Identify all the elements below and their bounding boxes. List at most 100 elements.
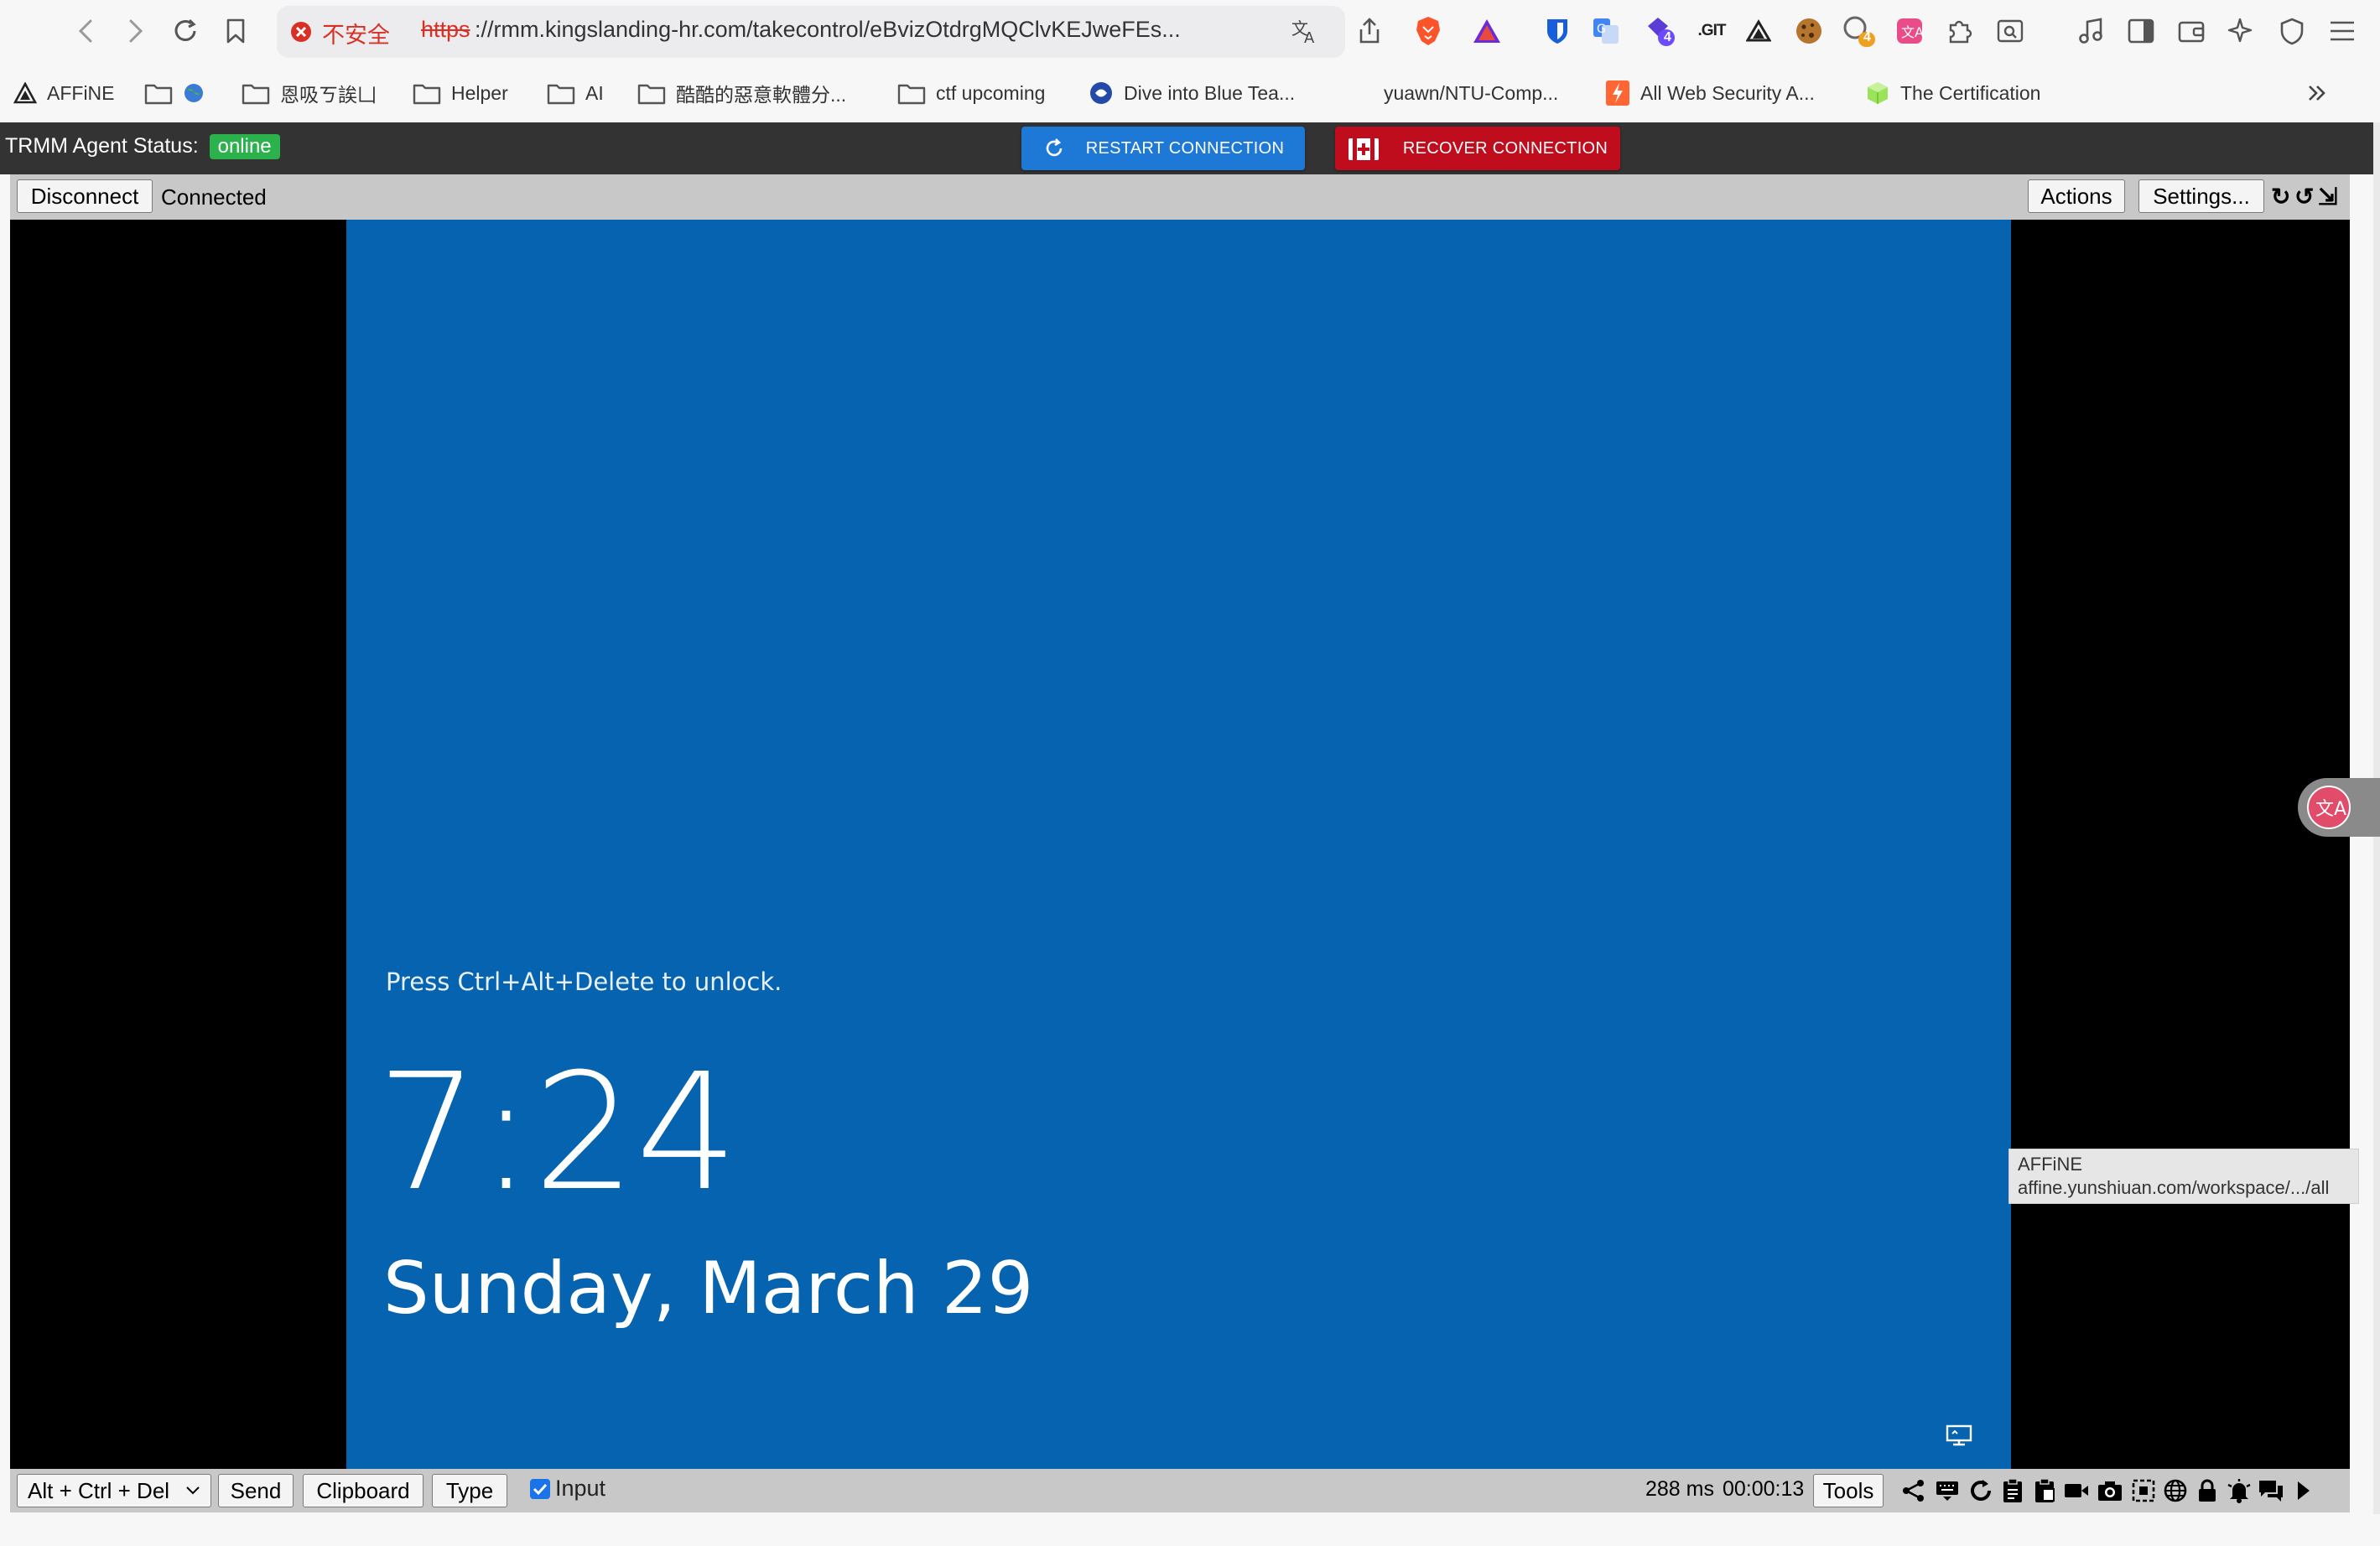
bookmark-label: 恩吸ㄎ誒凵	[280, 84, 377, 106]
share-nodes-button[interactable]	[1900, 1477, 1927, 1504]
triangle-logo-icon	[1746, 19, 1771, 42]
address-bar[interactable]: 不安全 https ://rmm.kingslanding-hr.com/tak…	[277, 6, 1345, 58]
bookmark-ntu-comp[interactable]: yuawn/NTU-Comp...	[1352, 75, 1558, 111]
bookmarks-overflow-button[interactable]	[2305, 75, 2340, 111]
media-button[interactable]	[2071, 12, 2110, 50]
translate-float-button[interactable]: 文A	[2298, 778, 2380, 837]
rotate-right-button[interactable]: ↻	[2271, 183, 2290, 210]
bookmark-button[interactable]	[216, 12, 255, 50]
remote-web-button[interactable]	[2162, 1477, 2189, 1504]
affine-icon	[13, 82, 37, 104]
lock-icon	[2199, 1479, 2216, 1502]
record-video-button[interactable]	[2063, 1477, 2090, 1504]
restart-connection-button[interactable]: RESTART CONNECTION	[1021, 127, 1305, 170]
folder-icon	[897, 84, 926, 105]
tooltip-url: affine.yunshiuan.com/workspace/.../all	[2018, 1177, 2330, 1198]
sparkle-icon	[2227, 18, 2253, 43]
bookmark-folder-ctf[interactable]: ctf upcoming	[897, 75, 1045, 111]
settings-button[interactable]: Settings...	[2138, 179, 2264, 213]
wappalyzer-button[interactable]	[1739, 12, 1778, 50]
share-button[interactable]	[1350, 12, 1389, 50]
input-toggle[interactable]: Input	[530, 1476, 605, 1502]
menu-button[interactable]	[2323, 12, 2362, 50]
alerts-button[interactable]	[2226, 1477, 2253, 1504]
forward-button[interactable]	[116, 12, 154, 50]
refresh-icon	[1046, 138, 1063, 157]
bookmark-certification[interactable]: The Certification	[1865, 75, 2040, 111]
connection-state: Connected	[161, 184, 267, 210]
translate-button[interactable]: 文A	[1290, 16, 1320, 50]
google-translate-ext-button[interactable]: G	[1587, 12, 1625, 50]
immersive-translate-button[interactable]: 文A	[1890, 12, 1929, 50]
bookmark-blue-team[interactable]: Dive into Blue Tea...	[1089, 75, 1295, 111]
leo-ai-button[interactable]	[2222, 12, 2261, 50]
bookmark-folder-malware[interactable]: 酷酷的惡意軟體分...	[637, 75, 846, 111]
extensions-button[interactable]	[1941, 12, 1979, 50]
vpn-button[interactable]	[2273, 12, 2311, 50]
keyboard-icon	[1936, 1481, 1958, 1501]
actions-button[interactable]: Actions	[2028, 179, 2125, 213]
bookmark-affine[interactable]: AFFiNE	[13, 75, 115, 111]
brave-rewards-button[interactable]	[1468, 12, 1506, 50]
bookmark-folder-globe[interactable]	[144, 75, 215, 111]
url-text[interactable]: ://rmm.kingslanding-hr.com/takecontrol/e…	[475, 17, 1181, 43]
cookie-editor-button[interactable]	[1790, 12, 1828, 50]
clipboard-button[interactable]: Clipboard	[303, 1474, 424, 1507]
rotate-left-button[interactable]: ↺	[2294, 183, 2314, 210]
tools-button[interactable]: Tools	[1813, 1474, 1884, 1507]
globe-icon	[2164, 1479, 2187, 1502]
toolbar-expand-button[interactable]	[2289, 1477, 2316, 1504]
reader-mode-button[interactable]	[1991, 12, 2029, 50]
folder-icon	[413, 84, 441, 105]
ghost-ext-button[interactable]: 4	[1840, 12, 1879, 50]
recover-connection-button[interactable]: RECOVER CONNECTION	[1335, 127, 1620, 170]
ease-of-access-icon[interactable]	[1945, 1424, 1973, 1447]
unlock-hint: Press Ctrl+Alt+Delete to unlock.	[386, 968, 782, 996]
double-chevron-right-icon	[2309, 86, 2325, 101]
region-select-button[interactable]	[2130, 1477, 2157, 1504]
bookmark-folder-ai[interactable]: AI	[547, 75, 604, 111]
reload-icon	[174, 18, 196, 41]
disconnect-button[interactable]: Disconnect	[17, 179, 153, 213]
bookmark-label: AI	[585, 81, 604, 104]
sidebar-icon	[2128, 18, 2154, 44]
sidebar-toggle-button[interactable]	[2122, 12, 2160, 50]
bookmarks-bar: AFFiNE 恩吸ㄎ誒凵 Helper AI 酷酷的惡意軟體分... ctf u…	[0, 64, 2380, 122]
refresh-screen-button[interactable]	[1967, 1477, 1994, 1504]
send-button[interactable]: Send	[218, 1474, 294, 1507]
svg-text:A: A	[1304, 29, 1315, 46]
bookmark-label: The Certification	[1900, 81, 2041, 104]
bookmark-web-security[interactable]: All Web Security A...	[1605, 75, 1815, 111]
chat-button[interactable]	[2258, 1477, 2284, 1504]
proton-ext-button[interactable]: 4	[1642, 12, 1681, 50]
chevron-right-icon	[129, 19, 143, 43]
file-transfer-button[interactable]	[1999, 1477, 2026, 1504]
windows-lock-screen[interactable]: Press Ctrl+Alt+Delete to unlock. 7:24 Su…	[346, 220, 2011, 1469]
reload-button[interactable]	[166, 12, 205, 50]
cube-icon	[1868, 82, 1888, 104]
hamburger-icon	[2331, 21, 2354, 41]
caret-right-icon	[2298, 1481, 2310, 1500]
lock-remote-button[interactable]	[2194, 1477, 2221, 1504]
screenshot-button[interactable]	[2097, 1477, 2123, 1504]
input-checkbox[interactable]	[530, 1478, 550, 1499]
lock-time: 7:24	[377, 1040, 739, 1227]
bookmark-label: yuawn/NTU-Comp...	[1384, 81, 1559, 104]
type-button[interactable]: Type	[432, 1474, 507, 1507]
keyboard-button[interactable]	[1934, 1477, 1961, 1504]
puzzle-icon	[1949, 20, 1972, 44]
wallet-button[interactable]	[2172, 12, 2211, 50]
clipboard-paste-button[interactable]	[2031, 1477, 2058, 1504]
bookmark-folder-1[interactable]: 恩吸ㄎ誒凵	[242, 75, 377, 111]
chevron-down-icon	[186, 1486, 200, 1495]
fit-screen-button[interactable]: ⇲	[2318, 183, 2337, 210]
brave-shields-button[interactable]	[1409, 12, 1447, 50]
bitwarden-button[interactable]	[1538, 12, 1577, 50]
git-ext-button[interactable]: .GIT	[1692, 12, 1731, 50]
key-combo-select[interactable]: Alt + Ctrl + Del	[17, 1474, 211, 1507]
blue-team-icon	[1090, 82, 1112, 104]
key-combo-value: Alt + Ctrl + Del	[28, 1477, 170, 1503]
bookmark-folder-helper[interactable]: Helper	[413, 75, 508, 111]
back-button[interactable]	[67, 12, 106, 50]
chat-bubbles-icon	[2259, 1481, 2283, 1502]
